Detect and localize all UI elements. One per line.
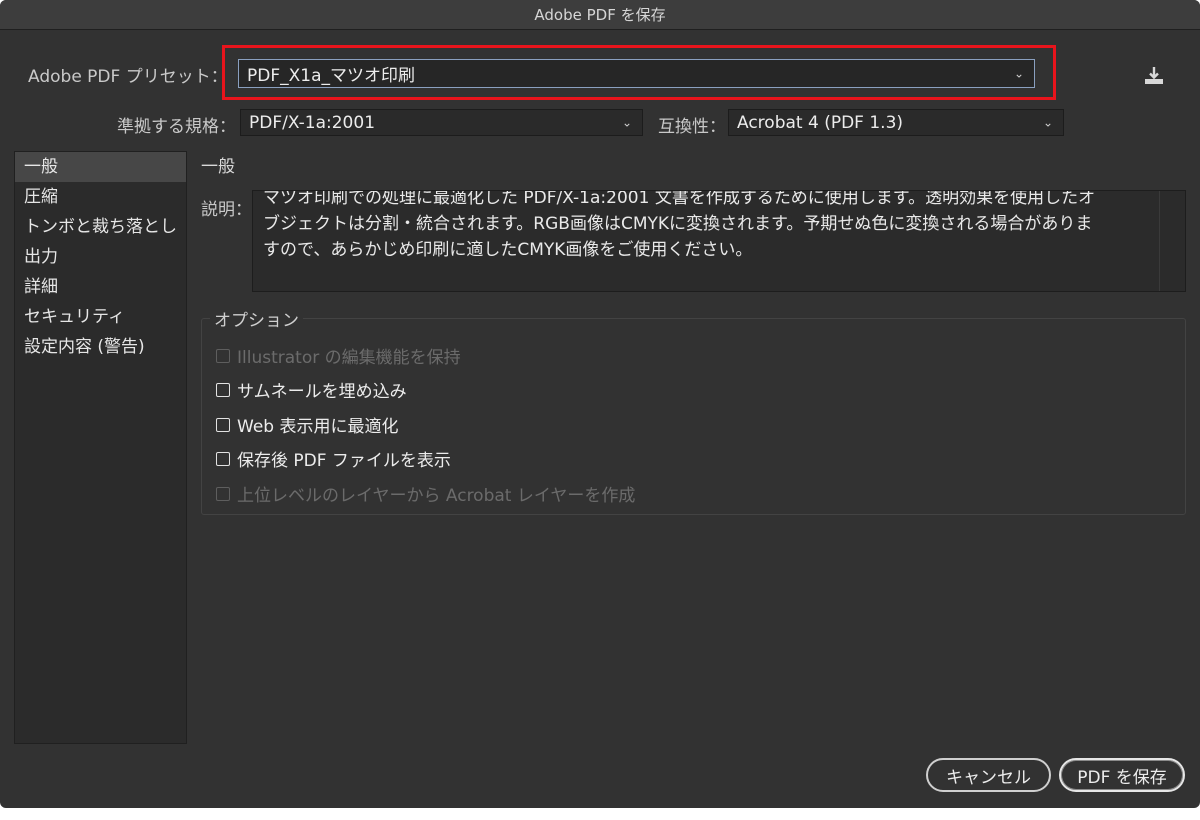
option-preserve-illustrator-editing: Illustrator の編集機能を保持	[216, 343, 461, 368]
sidebar-item-advanced[interactable]: 詳細	[15, 272, 186, 302]
sidebar-item-security[interactable]: セキュリティ	[15, 302, 186, 332]
category-sidebar: 一般 圧縮 トンボと裁ち落とし 出力 詳細 セキュリティ 設定内容 (警告)	[14, 151, 187, 744]
sidebar-item-summary[interactable]: 設定内容 (警告)	[15, 332, 186, 362]
checkbox	[216, 348, 230, 363]
option-label: 上位レベルのレイヤーから Acrobat レイヤーを作成	[237, 486, 636, 506]
sidebar-item-general[interactable]: 一般	[15, 152, 186, 182]
cancel-button[interactable]: キャンセル	[926, 758, 1051, 792]
sidebar-item-compression[interactable]: 圧縮	[15, 182, 186, 212]
description-line: マツオ印刷での処理に最適化した PDF/X-1a:2001 文書を作成するために…	[263, 190, 1096, 208]
description-line: すので、あらかじめ印刷に適したCMYK画像をご使用ください。	[263, 240, 753, 260]
panel-title: 一般	[201, 157, 235, 177]
option-optimize-web[interactable]: Web 表示用に最適化	[216, 412, 398, 437]
option-label: Illustrator の編集機能を保持	[237, 348, 461, 368]
checkbox	[216, 486, 230, 501]
description-scrollbar[interactable]	[1159, 191, 1185, 291]
save-preset-icon[interactable]	[1142, 66, 1166, 86]
option-label: サムネールを埋め込み	[237, 382, 407, 402]
chevron-down-icon: ⌄	[621, 114, 632, 129]
option-create-acrobat-layers: 上位レベルのレイヤーから Acrobat レイヤーを作成	[216, 481, 635, 506]
option-label: 保存後 PDF ファイルを表示	[237, 451, 451, 471]
sidebar-item-marks-bleeds[interactable]: トンボと裁ち落とし	[15, 212, 186, 242]
checkbox[interactable]	[216, 417, 230, 432]
compatibility-value: Acrobat 4 (PDF 1.3)	[737, 112, 904, 133]
option-label: Web 表示用に最適化	[237, 417, 399, 437]
description-textarea[interactable]: マツオ印刷での処理に最適化した PDF/X-1a:2001 文書を作成するために…	[252, 190, 1186, 292]
preset-label: Adobe PDF プリセット：	[28, 67, 228, 87]
compatibility-dropdown[interactable]: Acrobat 4 (PDF 1.3) ⌄	[728, 109, 1064, 136]
description-label: 説明：	[201, 200, 252, 220]
checkbox[interactable]	[216, 382, 230, 397]
checkbox[interactable]	[216, 451, 230, 466]
compatibility-label: 互換性：	[658, 117, 726, 137]
window-title: Adobe PDF を保存	[0, 0, 1200, 30]
option-view-after-saving[interactable]: 保存後 PDF ファイルを表示	[216, 446, 451, 471]
sidebar-item-output[interactable]: 出力	[15, 242, 186, 272]
standard-value: PDF/X-1a:2001	[249, 112, 376, 133]
standard-dropdown[interactable]: PDF/X-1a:2001 ⌄	[240, 109, 643, 136]
description-line: ブジェクトは分割・統合されます。RGB画像はCMYKに変換されます。予期せぬ色に…	[263, 214, 1093, 234]
option-embed-thumbnails[interactable]: サムネールを埋め込み	[216, 377, 407, 402]
save-pdf-dialog: Adobe PDF を保存 Adobe PDF プリセット： PDF_X1a_マ…	[0, 0, 1200, 808]
chevron-down-icon: ⌄	[1042, 114, 1053, 129]
annotation-highlight-box	[222, 45, 1056, 100]
options-title: オプション	[210, 306, 303, 331]
save-pdf-button[interactable]: PDF を保存	[1059, 758, 1185, 792]
standard-label: 準拠する規格：	[117, 117, 236, 137]
